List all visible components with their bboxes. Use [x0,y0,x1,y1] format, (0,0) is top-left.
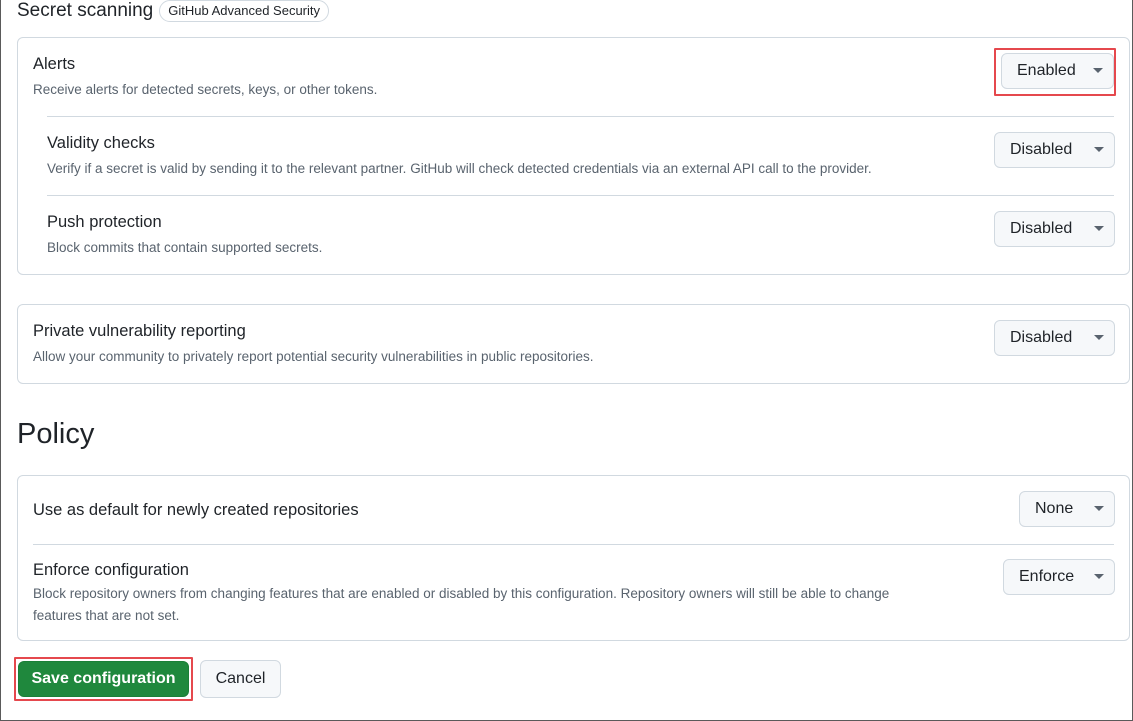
save-configuration-button[interactable]: Save configuration [18,661,189,697]
validity-checks-description: Verify if a secret is valid by sending i… [47,161,872,176]
push-protection-title: Push protection [47,213,162,231]
cancel-button[interactable]: Cancel [200,660,281,698]
private-vulnerability-reporting-panel: Private vulnerability reporting Allow yo… [17,304,1130,384]
push-protection-description: Block commits that contain supported sec… [47,240,323,255]
secret-scanning-heading: Secret scanning GitHub Advanced Security [17,0,329,22]
divider [47,116,1114,117]
alerts-description: Receive alerts for detected secrets, key… [33,82,378,97]
section-title: Secret scanning [17,0,154,21]
private-vulnerability-reporting-dropdown[interactable]: Disabled [994,320,1115,356]
advanced-security-badge: GitHub Advanced Security [159,0,329,22]
enforce-configuration-description-line1: Block repository owners from changing fe… [33,586,890,601]
caret-down-icon [1093,68,1103,73]
caret-down-icon [1094,147,1104,152]
alerts-dropdown-value: Enabled [1017,62,1076,79]
enforce-configuration-dropdown-value: Enforce [1019,568,1075,585]
default-for-new-repos-dropdown-value: None [1035,500,1074,517]
caret-down-icon [1094,506,1104,511]
default-for-new-repos-title: Use as default for newly created reposit… [33,501,359,519]
enforce-configuration-dropdown[interactable]: Enforce [1003,559,1115,595]
alerts-dropdown[interactable]: Enabled [1001,53,1114,89]
enforce-configuration-title: Enforce configuration [33,561,189,579]
enforce-configuration-description-line2: features that are not set. [33,608,180,623]
private-vulnerability-reporting-title: Private vulnerability reporting [33,322,246,340]
default-for-new-repos-dropdown[interactable]: None [1019,491,1115,527]
validity-checks-title: Validity checks [47,134,155,152]
alerts-title: Alerts [33,55,76,73]
page-frame: Secret scanning GitHub Advanced Security… [0,0,1133,721]
secret-scanning-panel: Alerts Receive alerts for detected secre… [17,37,1130,275]
validity-checks-dropdown-value: Disabled [1010,141,1073,158]
caret-down-icon [1094,335,1104,340]
policy-heading: Policy [17,418,95,450]
private-vulnerability-reporting-dropdown-value: Disabled [1010,329,1073,346]
caret-down-icon [1094,574,1104,579]
policy-panel: Use as default for newly created reposit… [17,475,1130,641]
push-protection-dropdown-value: Disabled [1010,220,1073,237]
caret-down-icon [1094,226,1104,231]
divider [47,195,1114,196]
push-protection-dropdown[interactable]: Disabled [994,211,1115,247]
divider [33,544,1114,545]
validity-checks-dropdown[interactable]: Disabled [994,132,1115,168]
private-vulnerability-reporting-description: Allow your community to privately report… [33,349,594,364]
